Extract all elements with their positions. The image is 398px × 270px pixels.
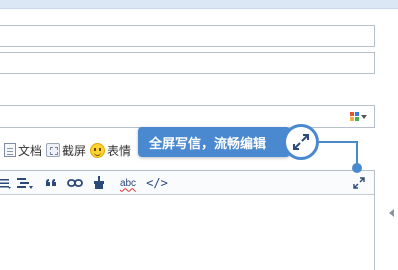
compose-page: 文档 截屏 表情 abc </> 全屏写信，流畅编辑 xyxy=(0,0,398,270)
subject-field[interactable] xyxy=(0,105,375,128)
expand-icon xyxy=(293,134,309,150)
screenshot-icon xyxy=(46,143,61,157)
colored-grid-icon xyxy=(350,112,359,121)
emoji-button[interactable]: 表情 xyxy=(90,142,131,159)
screenshot-label: 截屏 xyxy=(62,143,87,158)
expand-icon xyxy=(353,177,365,189)
message-editor[interactable]: abc </> xyxy=(0,170,375,270)
chevron-down-icon xyxy=(361,114,367,119)
numbered-list-icon xyxy=(17,178,33,189)
link-icon xyxy=(67,179,83,187)
tooltip-anchor-dot xyxy=(352,163,362,173)
tooltip-connector-vertical xyxy=(356,141,358,165)
spellcheck-label: abc xyxy=(119,177,137,189)
numbered-list-button[interactable] xyxy=(17,176,33,190)
bullet-list-button[interactable] xyxy=(0,176,11,190)
insert-link-button[interactable] xyxy=(67,176,83,190)
top-banner xyxy=(0,0,398,9)
tooltip-text: 全屏写信，流畅编辑 xyxy=(149,136,267,152)
bullet-list-icon xyxy=(0,179,11,189)
document-icon xyxy=(4,143,16,157)
fullscreen-tooltip: 全屏写信，流畅编辑 xyxy=(138,127,290,157)
attach-document-label: 文档 xyxy=(18,143,43,158)
attachment-toolbar: 文档 截屏 表情 xyxy=(0,140,135,160)
screenshot-button[interactable]: 截屏 xyxy=(46,142,86,159)
smiley-icon xyxy=(90,142,106,158)
source-code-label: </> xyxy=(146,176,168,190)
recipient-field[interactable] xyxy=(0,25,375,47)
source-code-button[interactable]: </> xyxy=(145,176,169,190)
right-panel xyxy=(377,9,398,270)
emoji-label: 表情 xyxy=(107,143,132,158)
tooltip-connector xyxy=(319,141,357,143)
quote-button[interactable] xyxy=(45,176,57,190)
fullscreen-button[interactable] xyxy=(352,176,366,190)
quote-icon xyxy=(46,179,56,186)
tooltip-fullscreen-button[interactable] xyxy=(283,124,319,160)
collapse-panel-arrow-icon[interactable] xyxy=(389,209,394,217)
editor-toolbar: abc </> xyxy=(0,171,374,195)
format-dropdown-button[interactable] xyxy=(350,110,370,123)
clear-format-button[interactable] xyxy=(93,176,105,190)
attach-document-button[interactable]: 文档 xyxy=(4,142,42,159)
spellcheck-button[interactable]: abc xyxy=(117,176,139,190)
format-brush-icon xyxy=(94,176,104,189)
cc-field[interactable] xyxy=(0,52,375,74)
